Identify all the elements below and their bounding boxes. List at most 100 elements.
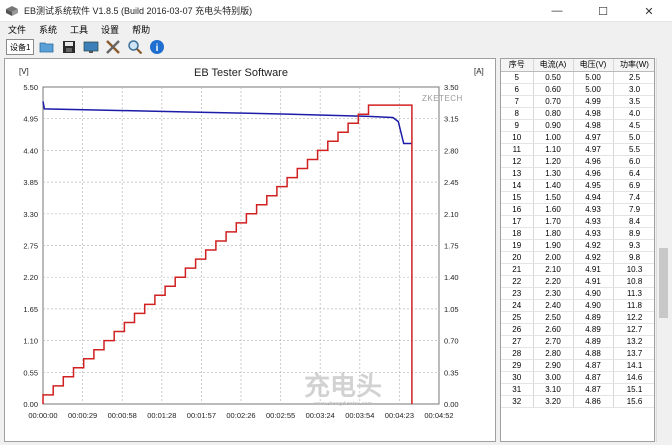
cell-current: 1.60 [533,203,574,216]
cell-current: 2.50 [533,311,574,324]
cell-current: 2.40 [533,299,574,312]
cell-current: 0.90 [533,119,574,132]
table-row[interactable]: 13 1.30 4.96 6.4 [501,167,654,180]
col-header-index[interactable]: 序号 [501,59,534,72]
table-row[interactable]: 19 1.90 4.92 9.3 [501,239,654,252]
table-row[interactable]: 29 2.90 4.87 14.1 [501,359,654,372]
table-row[interactable]: 11 1.10 4.97 5.5 [501,143,654,156]
table-row[interactable]: 16 1.60 4.93 7.9 [501,203,654,216]
table-row[interactable]: 17 1.70 4.93 8.4 [501,215,654,228]
table-row[interactable]: 31 3.10 4.87 15.1 [501,383,654,396]
table-row[interactable]: 7 0.70 4.99 3.5 [501,95,654,108]
cell-index: 16 [501,203,534,216]
col-header-current[interactable]: 电流(A) [533,59,574,72]
cell-power: 15.1 [613,383,654,396]
svg-text:i: i [156,43,159,54]
col-header-voltage[interactable]: 电压(V) [573,59,614,72]
cell-current: 0.50 [533,71,574,84]
table-row[interactable]: 25 2.50 4.89 12.2 [501,311,654,324]
folder-open-icon[interactable] [38,38,56,56]
cell-index: 5 [501,71,534,84]
chart-grid [42,86,440,405]
cell-current: 2.90 [533,359,574,372]
right-tick-label: 3.50 [444,83,459,92]
device-select-value: 设备1 [10,42,31,52]
menu-system[interactable]: 系统 [39,23,57,36]
cell-index: 13 [501,167,534,180]
toolbar: 设备1 i [0,36,672,58]
table-row[interactable]: 30 3.00 4.87 14.6 [501,371,654,384]
table-row[interactable]: 5 0.50 5.00 2.5 [501,71,654,84]
cell-current: 1.90 [533,239,574,252]
cell-power: 6.0 [613,155,654,168]
minimize-button[interactable]: — [534,0,580,22]
cell-power: 5.5 [613,143,654,156]
device-select[interactable]: 设备1 [6,39,35,55]
table-row[interactable]: 8 0.80 4.98 4.0 [501,107,654,120]
menu-help[interactable]: 帮助 [132,23,150,36]
scrollbar-thumb[interactable] [659,248,668,318]
cell-index: 18 [501,227,534,240]
col-header-power[interactable]: 功率(W) [613,59,654,72]
cell-power: 14.1 [613,359,654,372]
cell-current: 1.30 [533,167,574,180]
x-tick-label: 00:00:58 [108,411,137,420]
right-axis-unit: [A] [474,67,484,76]
cell-current: 2.60 [533,323,574,336]
x-tick-label: 00:02:26 [226,411,255,420]
cell-current: 1.00 [533,131,574,144]
cell-voltage: 4.96 [573,167,614,180]
table-scrollbar[interactable] [656,58,670,442]
watermark: 充电头 [304,371,382,401]
table-row[interactable]: 14 1.40 4.95 6.9 [501,179,654,192]
table-row[interactable]: 24 2.40 4.90 11.8 [501,299,654,312]
table-row[interactable]: 22 2.20 4.91 10.8 [501,275,654,288]
cell-voltage: 4.90 [573,287,614,300]
right-tick-label: 2.45 [444,178,459,187]
monitor-icon[interactable] [82,38,100,56]
x-tick-label: 00:03:24 [306,411,335,420]
cell-voltage: 4.86 [573,395,614,408]
cell-current: 2.00 [533,251,574,264]
table-row[interactable]: 23 2.30 4.90 11.3 [501,287,654,300]
left-tick-label: 5.50 [23,83,38,92]
table-row[interactable]: 21 2.10 4.91 10.3 [501,263,654,276]
table-row[interactable]: 28 2.80 4.88 13.7 [501,347,654,360]
tools-icon[interactable] [104,38,122,56]
cell-index: 8 [501,107,534,120]
table-row[interactable]: 26 2.60 4.89 12.7 [501,323,654,336]
cell-voltage: 4.99 [573,95,614,108]
cell-current: 2.20 [533,275,574,288]
menu-settings[interactable]: 设置 [101,23,119,36]
maximize-button[interactable]: ☐ [580,0,626,22]
table-row[interactable]: 10 1.00 4.97 5.0 [501,131,654,144]
cell-voltage: 4.93 [573,215,614,228]
close-button[interactable]: ✕ [626,0,672,22]
cell-voltage: 4.92 [573,239,614,252]
cell-current: 2.70 [533,335,574,348]
table-row[interactable]: 15 1.50 4.94 7.4 [501,191,654,204]
info-icon[interactable]: i [148,38,166,56]
left-tick-label: 2.20 [23,273,38,282]
left-tick-label: 0.55 [23,368,38,377]
table-row[interactable]: 9 0.90 4.98 4.5 [501,119,654,132]
menu-file[interactable]: 文件 [8,23,26,36]
cell-voltage: 4.97 [573,143,614,156]
right-tick-label: 2.10 [444,210,459,219]
search-icon[interactable] [126,38,144,56]
save-icon[interactable] [60,38,78,56]
current-series-line [42,104,413,404]
cell-index: 24 [501,299,534,312]
table-row[interactable]: 32 3.20 4.86 15.6 [501,395,654,408]
cell-voltage: 4.90 [573,299,614,312]
table-row[interactable]: 27 2.70 4.89 13.2 [501,335,654,348]
menu-tools[interactable]: 工具 [70,23,88,36]
left-tick-label: 3.30 [23,210,38,219]
cell-index: 11 [501,143,534,156]
left-tick-label: 4.95 [23,115,38,124]
table-row[interactable]: 18 1.80 4.93 8.9 [501,227,654,240]
cell-index: 21 [501,263,534,276]
table-row[interactable]: 12 1.20 4.96 6.0 [501,155,654,168]
table-row[interactable]: 20 2.00 4.92 9.8 [501,251,654,264]
table-row[interactable]: 6 0.60 5.00 3.0 [501,83,654,96]
